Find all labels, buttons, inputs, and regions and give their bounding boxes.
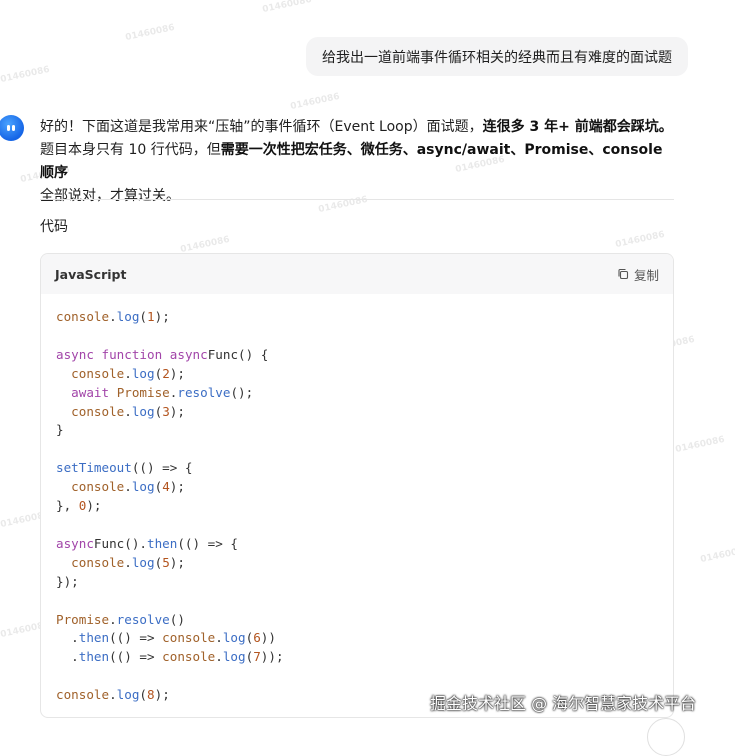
code-content[interactable]: console.log(1); async function asyncFunc…	[41, 294, 673, 705]
copy-label: 复制	[633, 267, 659, 283]
scroll-down-button[interactable]	[647, 718, 685, 756]
section-title: 代码	[40, 219, 68, 235]
answer-line-2: 题目本身只有 10 行代码，但需要一次性把宏任务、微任务、async/await…	[40, 142, 663, 181]
answer-line-3: 全部说对，才算过关。	[40, 188, 180, 204]
code-block: JavaScript 复制 console.log(1); async func…	[40, 253, 674, 718]
code-block-header: JavaScript 复制	[41, 254, 673, 294]
answer-line-1: 好的！下面这道是我常用来“压轴”的事件循环（Event Loop）面试题，连很多…	[40, 119, 673, 135]
watermark-text: 01460086	[0, 64, 51, 86]
user-message-bubble: 给我出一道前端事件循环相关的经典而且有难度的面试题	[306, 37, 688, 76]
footer-watermark: 掘金技术社区 @ 海尔智慧家技术平台	[430, 694, 697, 713]
watermark-text: 01460086	[124, 22, 176, 44]
code-language-label: JavaScript	[55, 266, 127, 282]
watermark-text: 01460086	[261, 0, 313, 16]
copy-button[interactable]: 复制	[617, 265, 659, 284]
assistant-answer: 好的！下面这道是我常用来“压轴”的事件循环（Event Loop）面试题，连很多…	[40, 116, 680, 208]
watermark-text: 01460086	[699, 544, 735, 566]
user-message-text: 给我出一道前端事件循环相关的经典而且有难度的面试题	[322, 49, 672, 66]
assistant-avatar-icon	[0, 115, 24, 141]
watermark-text: 01460086	[614, 229, 666, 251]
divider	[40, 199, 674, 200]
watermark-text: 01460086	[674, 434, 726, 456]
copy-icon	[618, 268, 629, 280]
watermark-text: 01460086	[289, 91, 341, 113]
